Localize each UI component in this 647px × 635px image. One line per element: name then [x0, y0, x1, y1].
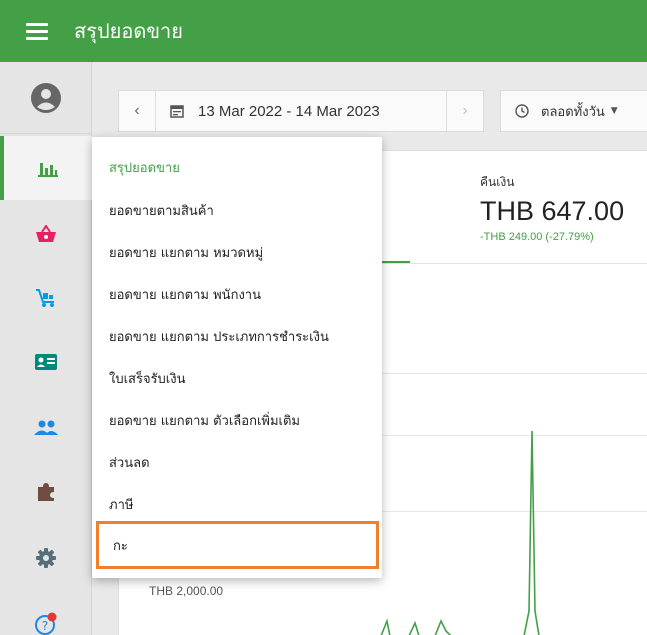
bar-chart-icon: [38, 163, 58, 177]
y-axis-label: THB 2,000.00: [149, 584, 224, 598]
sales-line-series: [380, 430, 540, 635]
reports-dropdown-menu: สรุปยอดขาย ยอดขายตามสินค้า ยอดขาย แยกตาม…: [92, 137, 382, 578]
top-app-bar: สรุปยอดขาย: [0, 0, 647, 62]
sidebar-item-help[interactable]: ?: [0, 592, 92, 635]
clock-icon: [515, 104, 529, 118]
menu-item-sales-by-modifier[interactable]: ยอดขาย แยกตาม ตัวเลือกเพิ่มเติม: [92, 400, 382, 440]
people-icon: [34, 420, 58, 435]
time-filter-dropdown[interactable]: ตลอดทั้งวัน ▼: [500, 90, 647, 132]
menu-item-receipts[interactable]: ใบเสร็จรับเงิน: [92, 358, 382, 398]
menu-item-shifts[interactable]: กะ: [96, 521, 379, 569]
sidebar-item-profile[interactable]: [0, 62, 92, 134]
cart-icon: [36, 289, 54, 307]
menu-item-sales-by-employee[interactable]: ยอดขาย แยกตาม พนักงาน: [92, 274, 382, 314]
gear-icon: [36, 548, 56, 568]
sidebar: ?: [0, 62, 92, 635]
sidebar-item-inventory[interactable]: [0, 266, 92, 330]
sidebar-item-employees[interactable]: [0, 330, 92, 394]
id-card-icon: [35, 354, 57, 370]
menu-item-sales-by-category[interactable]: ยอดขาย แยกตาม หมวดหมู่: [92, 232, 382, 272]
menu-item-sales-by-item[interactable]: ยอดขายตามสินค้า: [92, 190, 382, 230]
sidebar-item-customers[interactable]: [0, 396, 92, 460]
help-icon: ?: [35, 612, 57, 635]
next-period-button[interactable]: ›: [447, 91, 483, 131]
date-range-picker: ‹ 13 Mar 2022 - 14 Mar 2023 ›: [118, 90, 484, 132]
date-range-text: 13 Mar 2022 - 14 Mar 2023: [198, 102, 380, 120]
svg-text:?: ?: [42, 619, 48, 633]
filter-toolbar: ‹ 13 Mar 2022 - 14 Mar 2023 › ตลอดทั้งวั…: [118, 90, 647, 132]
menu-item-discounts[interactable]: ส่วนลด: [92, 442, 382, 482]
calendar-icon: [170, 105, 184, 118]
chevron-down-icon: ▼: [610, 106, 618, 116]
menu-item-taxes[interactable]: ภาษี: [92, 484, 382, 524]
profile-icon: [31, 82, 61, 113]
prev-period-button[interactable]: ‹: [119, 91, 155, 131]
menu-icon[interactable]: [26, 23, 48, 40]
basket-icon: [36, 225, 56, 242]
puzzle-icon: [38, 483, 54, 501]
sidebar-item-integrations[interactable]: [0, 460, 92, 524]
sidebar-item-settings[interactable]: [0, 526, 92, 590]
page-title: สรุปยอดขาย: [74, 19, 183, 43]
date-range-field[interactable]: 13 Mar 2022 - 14 Mar 2023: [155, 91, 447, 131]
sidebar-item-reports[interactable]: [0, 136, 92, 200]
menu-item-sales-by-payment-type[interactable]: ยอดขาย แยกตาม ประเภทการชำระเงิน: [92, 316, 382, 356]
time-filter-value: ตลอดทั้งวัน: [541, 104, 605, 120]
menu-item-sales-summary[interactable]: สรุปยอดขาย: [92, 147, 382, 187]
sidebar-item-items[interactable]: [0, 202, 92, 266]
